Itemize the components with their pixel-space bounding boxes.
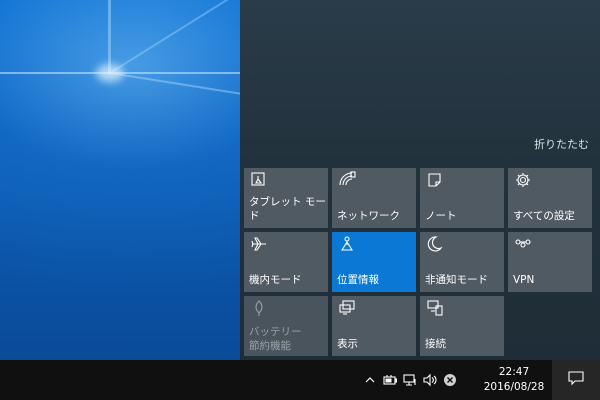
- tile-label: ノート: [425, 210, 457, 222]
- battery-saver-icon: [250, 299, 268, 317]
- connect-icon: [426, 299, 444, 317]
- tile-label: 位置情報: [337, 274, 379, 286]
- tile-connect[interactable]: 接続: [420, 296, 504, 356]
- gear-icon: [514, 171, 532, 189]
- tile-quiet-hours[interactable]: 非通知モード: [420, 232, 504, 292]
- tablet-mode-icon: [250, 171, 268, 189]
- tile-location[interactable]: 位置情報: [332, 232, 416, 292]
- notification-icon: [568, 370, 584, 390]
- location-icon: [338, 235, 356, 253]
- battery-icon[interactable]: [380, 360, 400, 400]
- tile-battery-saver[interactable]: バッテリー 節約機能: [244, 296, 328, 356]
- tile-tablet-mode[interactable]: タブレット モード: [244, 168, 328, 228]
- taskbar: 22:47 2016/08/28: [0, 360, 600, 400]
- airplane-icon: [250, 235, 268, 253]
- action-center-panel: 折りたたむ タブレット モード ネットワーク ノート すべての設定 機内モード …: [240, 0, 600, 360]
- tile-label: 機内モード: [249, 274, 302, 286]
- network-wired-icon[interactable]: [400, 360, 420, 400]
- volume-icon[interactable]: [420, 360, 440, 400]
- tile-label: タブレット モード: [249, 196, 326, 222]
- close-circle-icon[interactable]: [440, 360, 460, 400]
- tile-label: 非通知モード: [425, 274, 488, 286]
- action-center-button[interactable]: [552, 360, 600, 400]
- moon-icon: [426, 235, 444, 253]
- tile-label: 接続: [425, 338, 446, 350]
- tile-display[interactable]: 表示: [332, 296, 416, 356]
- collapse-link[interactable]: 折りたたむ: [534, 136, 589, 152]
- clock[interactable]: 22:47 2016/08/28: [476, 360, 552, 400]
- chevron-up-icon[interactable]: [360, 360, 380, 400]
- network-icon: [338, 171, 356, 189]
- tile-label: ネットワーク: [337, 210, 400, 222]
- tile-airplane-mode[interactable]: 機内モード: [244, 232, 328, 292]
- clock-time: 22:47: [498, 366, 530, 378]
- display-icon: [338, 299, 356, 317]
- system-tray: [360, 360, 460, 400]
- vpn-icon: [514, 235, 532, 253]
- tile-label: VPN: [513, 274, 535, 286]
- tile-label: すべての設定: [513, 210, 575, 222]
- note-icon: [426, 171, 444, 189]
- tile-all-settings[interactable]: すべての設定: [508, 168, 592, 228]
- tile-label: 表示: [337, 338, 358, 350]
- tile-label: バッテリー 節約機能: [249, 326, 302, 352]
- tile-note[interactable]: ノート: [420, 168, 504, 228]
- clock-date: 2016/08/28: [483, 381, 545, 393]
- tile-network[interactable]: ネットワーク: [332, 168, 416, 228]
- tile-vpn[interactable]: VPN: [508, 232, 592, 292]
